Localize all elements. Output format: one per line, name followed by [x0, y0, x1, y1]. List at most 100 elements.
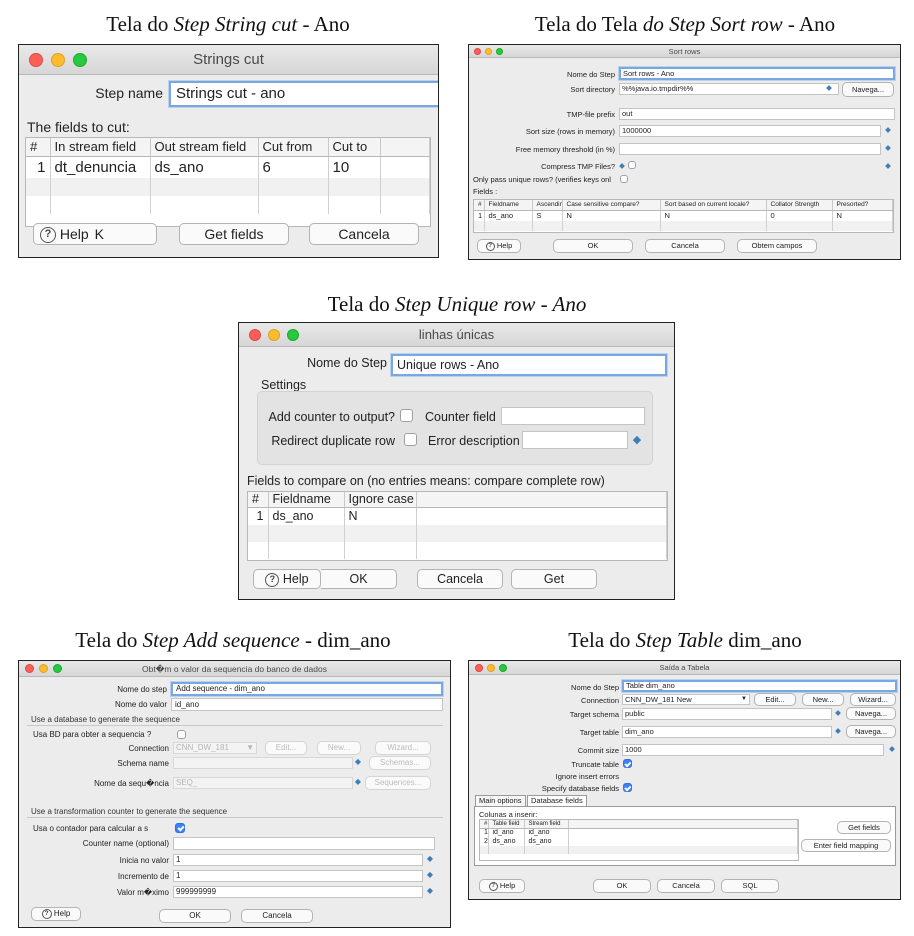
step-name-label: Step name — [95, 85, 163, 101]
ok-button[interactable]: OK — [593, 879, 651, 893]
browse-button[interactable]: Navega... — [842, 82, 894, 97]
zoom-window-button[interactable] — [53, 664, 62, 673]
help-icon: ? — [40, 227, 56, 244]
sort-size-input[interactable]: 1000000 — [619, 125, 881, 137]
specify-fields-checkbox[interactable] — [623, 783, 632, 792]
browse-table-button[interactable]: Navega... — [846, 725, 896, 738]
wizard-button[interactable]: Wizard... — [375, 741, 431, 755]
tab-database-fields[interactable]: Database fields — [527, 795, 587, 806]
table-row[interactable]: 1 dt_denuncia ds_ano 6 10 — [26, 156, 430, 178]
minimize-window-button[interactable] — [268, 328, 280, 341]
help-button[interactable]: ? Help — [477, 239, 521, 253]
commit-size-label: Commit size — [577, 746, 619, 755]
tab-main-options[interactable]: Main options — [475, 795, 526, 806]
error-description-input[interactable] — [522, 431, 628, 449]
get-fields-button[interactable]: Get fields — [837, 821, 891, 834]
window-title: Saída a Tabela — [659, 663, 710, 672]
sequence-name-input[interactable]: SEQ_ — [173, 777, 353, 789]
close-window-button[interactable] — [474, 47, 481, 55]
new-connection-button[interactable]: New... — [802, 693, 844, 706]
connection-select[interactable]: CNN_DW_181 New ▼ — [622, 694, 750, 705]
zoom-window-button[interactable] — [496, 47, 503, 55]
use-db-checkbox[interactable] — [177, 730, 186, 739]
step-name-input[interactable]: Add sequence - dim_ano — [171, 682, 443, 696]
sql-button[interactable]: SQL — [721, 879, 779, 893]
ok-button[interactable]: OK — [321, 569, 397, 589]
connection-select[interactable]: CNN_DW_181 ▼ — [173, 742, 257, 754]
add-counter-checkbox[interactable] — [400, 409, 413, 422]
table-row[interactable]: 1 ds_ano S N N 0 N — [474, 210, 893, 221]
close-window-button[interactable] — [249, 328, 261, 341]
counter-field-input[interactable] — [501, 407, 645, 425]
cancel-button[interactable]: Cancela — [241, 909, 313, 923]
step-name-label: Nome do Step — [571, 683, 619, 692]
wizard-button[interactable]: Wizard... — [850, 693, 896, 706]
table-row[interactable]: 2 ds_ano ds_ano — [480, 837, 798, 846]
max-value-input[interactable]: 999999999 — [173, 886, 423, 898]
compare-fields-table[interactable]: # Fieldname Ignore case 1 ds_ano N — [247, 491, 668, 561]
edit-connection-button[interactable]: Edit... — [265, 741, 307, 755]
zoom-window-button[interactable] — [287, 328, 299, 341]
zoom-window-button[interactable] — [73, 52, 87, 67]
get-button[interactable]: Get — [511, 569, 597, 589]
cancel-button[interactable]: Cancela — [309, 223, 419, 245]
schema-name-input[interactable] — [173, 757, 353, 769]
close-window-button[interactable] — [29, 52, 43, 67]
zoom-window-button[interactable] — [499, 663, 507, 672]
cancel-button[interactable]: Cancela — [645, 239, 725, 253]
truncate-checkbox[interactable] — [623, 759, 632, 768]
new-connection-button[interactable]: New... — [317, 741, 361, 755]
close-window-button[interactable] — [475, 663, 483, 672]
schemas-button[interactable]: Schemas... — [369, 756, 431, 770]
ignore-errors-label: Ignore insert errors — [555, 772, 619, 781]
get-fields-button[interactable]: Obtem campos — [737, 239, 817, 253]
max-value-label: Valor m�ximo — [116, 888, 169, 897]
value-name-input[interactable]: id_ano — [171, 698, 443, 711]
minimize-window-button[interactable] — [39, 664, 48, 673]
use-counter-checkbox[interactable] — [175, 823, 185, 833]
commit-size-input[interactable]: 1000 — [622, 744, 884, 756]
minimize-window-button[interactable] — [487, 663, 495, 672]
target-schema-input[interactable]: public — [622, 708, 832, 720]
table-row[interactable] — [26, 178, 430, 196]
sort-directory-label: Sort directory — [570, 85, 615, 94]
target-table-input[interactable]: dim_ano — [622, 726, 832, 738]
table-row[interactable]: 1 ds_ano N — [248, 507, 667, 525]
ok-button[interactable]: OK — [159, 909, 231, 923]
ok-button[interactable]: OK — [553, 239, 633, 253]
help-button[interactable]: ? Help — [479, 879, 525, 893]
field-mapping-table[interactable]: # Table field Stream field 1 id_ano id_a… — [479, 819, 799, 861]
cancel-button[interactable]: Cancela — [417, 569, 503, 589]
table-row[interactable] — [26, 196, 430, 214]
step-name-input[interactable]: Table dim_ano — [622, 680, 897, 692]
start-value-input[interactable]: 1 — [173, 854, 423, 866]
cancel-button[interactable]: Cancela — [657, 879, 715, 893]
minimize-window-button[interactable] — [485, 47, 492, 55]
sort-fields-table[interactable]: # Fieldname Ascending Case sensitive com… — [473, 199, 894, 233]
settings-label: Settings — [261, 378, 307, 392]
edit-connection-button[interactable]: Edit... — [754, 693, 796, 706]
tmp-prefix-input[interactable]: out — [619, 108, 895, 120]
help-button[interactable]: ? Help — [31, 907, 81, 921]
counter-name-input[interactable] — [173, 837, 435, 850]
free-memory-input[interactable] — [619, 143, 881, 155]
compress-checkbox[interactable] — [628, 161, 636, 169]
close-window-button[interactable] — [25, 664, 34, 673]
sequences-button[interactable]: Sequences... — [365, 776, 431, 790]
enter-field-mapping-button[interactable]: Enter field mapping — [801, 839, 891, 852]
browse-schema-button[interactable]: Navega... — [846, 707, 896, 720]
redirect-duplicate-checkbox[interactable] — [404, 433, 417, 446]
step-name-input[interactable]: Sort rows - Ano — [619, 67, 895, 80]
increment-input[interactable]: 1 — [173, 870, 423, 882]
unique-rows-checkbox[interactable] — [620, 175, 628, 183]
get-fields-button[interactable]: Get fields — [179, 223, 289, 245]
fields-table[interactable]: # In stream field Out stream field Cut f… — [25, 137, 431, 227]
step-name-input[interactable]: Unique rows - Ano — [391, 354, 667, 376]
chevron-down-icon: ▼ — [741, 696, 747, 702]
help-button[interactable]: ? Help — [253, 569, 321, 589]
step-name-input[interactable]: Strings cut - ano — [169, 81, 438, 107]
help-button[interactable]: ? Help K — [33, 223, 157, 245]
sort-directory-input[interactable]: %%java.io.tmpdir%% — [619, 83, 839, 95]
table-row[interactable]: 1 id_ano id_ano — [480, 828, 798, 837]
minimize-window-button[interactable] — [51, 52, 65, 67]
